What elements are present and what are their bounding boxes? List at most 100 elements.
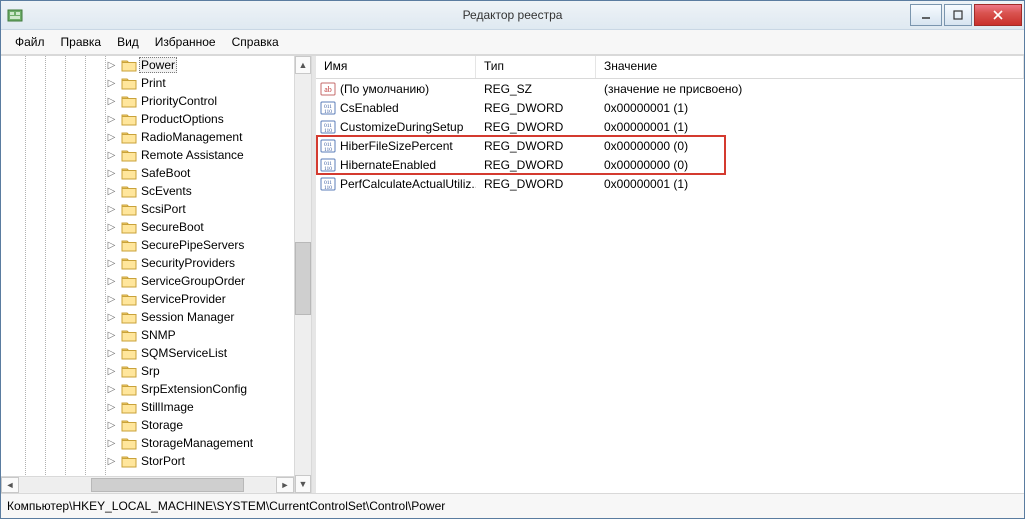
expand-icon[interactable]: ▷ bbox=[106, 330, 117, 341]
tree-item-label: ProductOptions bbox=[139, 112, 226, 126]
expand-icon[interactable]: ▷ bbox=[106, 114, 117, 125]
value-type: REG_DWORD bbox=[476, 101, 596, 115]
expand-icon[interactable]: ▷ bbox=[106, 276, 117, 287]
tree-item[interactable]: ▷SQMServiceList bbox=[106, 344, 277, 362]
expand-icon[interactable]: ▷ bbox=[106, 402, 117, 413]
tree-item-label: SecurityProviders bbox=[139, 256, 237, 270]
expand-icon[interactable]: ▷ bbox=[106, 438, 117, 449]
titlebar[interactable]: Редактор реестра bbox=[1, 1, 1024, 30]
expand-icon[interactable]: ▷ bbox=[106, 384, 117, 395]
tree-item[interactable]: ▷ PriorityControl bbox=[106, 92, 277, 110]
expand-icon[interactable]: ▷ bbox=[106, 258, 117, 269]
svg-text:110: 110 bbox=[324, 166, 332, 172]
tree-item-label: SafeBoot bbox=[139, 166, 192, 180]
expand-icon[interactable]: ▷ bbox=[106, 186, 117, 197]
value-pane: Имя Тип Значение ab(По умолчанию)REG_SZ(… bbox=[316, 56, 1024, 493]
tree-horizontal-scrollbar[interactable]: ◄ ► bbox=[1, 476, 294, 493]
expand-icon[interactable]: ▷ bbox=[106, 294, 117, 305]
column-header-value[interactable]: Значение bbox=[596, 56, 1024, 78]
folder-icon bbox=[121, 58, 137, 72]
value-name: PerfCalculateActualUtiliz... bbox=[340, 177, 476, 191]
tree-item[interactable]: ▷ServiceGroupOrder bbox=[106, 272, 277, 290]
folder-icon bbox=[121, 166, 137, 180]
tree-item-label: RadioManagement bbox=[139, 130, 244, 144]
column-header-name[interactable]: Имя bbox=[316, 56, 476, 78]
tree-vertical-scrollbar[interactable]: ▲ ▼ bbox=[294, 56, 311, 493]
tree-item[interactable]: ▷ScsiPort bbox=[106, 200, 277, 218]
expand-icon[interactable]: ▷ bbox=[106, 150, 117, 161]
menu-edit[interactable]: Правка bbox=[55, 34, 108, 50]
expand-icon[interactable]: ▷ bbox=[106, 78, 117, 89]
binary-value-icon: 011110 bbox=[320, 119, 336, 135]
tree-item[interactable]: ▷ ProductOptions bbox=[106, 110, 277, 128]
expand-icon[interactable]: ▷ bbox=[106, 96, 117, 107]
tree-item[interactable]: ▷Remote Assistance bbox=[106, 146, 277, 164]
tree-list[interactable]: ▷Power▷Print▷PriorityControl▷ProductOpti… bbox=[106, 56, 277, 477]
value-row[interactable]: 011110PerfCalculateActualUtiliz...REG_DW… bbox=[316, 174, 1024, 193]
value-row[interactable]: 011110HibernateEnabledREG_DWORD0x0000000… bbox=[316, 155, 1024, 174]
tree-item[interactable]: ▷StillImage bbox=[106, 398, 277, 416]
expand-icon[interactable]: ▷ bbox=[106, 60, 117, 71]
minimize-button[interactable] bbox=[910, 4, 942, 26]
tree-item-label: Session Manager bbox=[139, 310, 236, 324]
value-row[interactable]: 011110CustomizeDuringSetupREG_DWORD0x000… bbox=[316, 117, 1024, 136]
binary-value-icon: 011110 bbox=[320, 100, 336, 116]
scroll-left-button[interactable]: ◄ bbox=[1, 477, 19, 493]
tree-item[interactable]: ▷ SecurityProviders bbox=[106, 254, 277, 272]
expand-icon[interactable]: ▷ bbox=[106, 366, 117, 377]
expand-icon[interactable]: ▷ bbox=[106, 204, 117, 215]
folder-icon bbox=[121, 400, 137, 414]
folder-icon bbox=[121, 130, 137, 144]
tree-item[interactable]: ▷SecurePipeServers bbox=[106, 236, 277, 254]
menu-view[interactable]: Вид bbox=[111, 34, 145, 50]
folder-icon bbox=[121, 310, 137, 324]
menu-help[interactable]: Справка bbox=[226, 34, 285, 50]
tree-item[interactable]: ▷SNMP bbox=[106, 326, 277, 344]
value-row[interactable]: ab(По умолчанию)REG_SZ(значение не присв… bbox=[316, 79, 1024, 98]
menu-favorites[interactable]: Избранное bbox=[149, 34, 222, 50]
tree-item[interactable]: ▷ RadioManagement bbox=[106, 128, 277, 146]
expand-icon[interactable]: ▷ bbox=[106, 312, 117, 323]
folder-icon bbox=[121, 418, 137, 432]
binary-value-icon: 011110 bbox=[320, 138, 336, 154]
tree-item[interactable]: ▷SecureBoot bbox=[106, 218, 277, 236]
value-row[interactable]: 011110HiberFileSizePercentREG_DWORD0x000… bbox=[316, 136, 1024, 155]
tree-item[interactable]: ▷StorageManagement bbox=[106, 434, 277, 452]
scroll-down-button[interactable]: ▼ bbox=[295, 475, 311, 493]
tree-item[interactable]: ▷SrpExtensionConfig bbox=[106, 380, 277, 398]
expand-icon[interactable]: ▷ bbox=[106, 456, 117, 467]
tree-item[interactable]: ▷Storage bbox=[106, 416, 277, 434]
maximize-button[interactable] bbox=[944, 4, 972, 26]
expand-icon[interactable]: ▷ bbox=[106, 420, 117, 431]
scroll-up-button[interactable]: ▲ bbox=[295, 56, 311, 74]
expand-icon[interactable]: ▷ bbox=[106, 132, 117, 143]
binary-value-icon: 011110 bbox=[320, 176, 336, 192]
scroll-right-button[interactable]: ► bbox=[276, 477, 294, 493]
tree-item[interactable]: ▷ ServiceProvider bbox=[106, 290, 277, 308]
svg-text:110: 110 bbox=[324, 128, 332, 134]
expand-icon[interactable]: ▷ bbox=[106, 168, 117, 179]
tree-item[interactable]: ▷ Session Manager bbox=[106, 308, 277, 326]
tree-item[interactable]: ▷Print bbox=[106, 74, 277, 92]
expand-icon[interactable]: ▷ bbox=[106, 240, 117, 251]
content-area: ▷Power▷Print▷PriorityControl▷ProductOpti… bbox=[1, 55, 1024, 493]
registry-editor-window: Редактор реестра Файл Правка Вид Избранн… bbox=[0, 0, 1025, 519]
tree-item[interactable]: ▷Power bbox=[106, 56, 277, 74]
folder-icon bbox=[121, 454, 137, 468]
close-button[interactable] bbox=[974, 4, 1022, 26]
value-list[interactable]: ab(По умолчанию)REG_SZ(значение не присв… bbox=[316, 79, 1024, 493]
tree-item[interactable]: ▷ SafeBoot bbox=[106, 164, 277, 182]
tree-item[interactable]: ▷ScEvents bbox=[106, 182, 277, 200]
tree-item-label: PriorityControl bbox=[139, 94, 219, 108]
menu-file[interactable]: Файл bbox=[9, 34, 51, 50]
tree-item-label: ServiceProvider bbox=[139, 292, 228, 306]
column-header-type[interactable]: Тип bbox=[476, 56, 596, 78]
tree-item[interactable]: ▷ Srp bbox=[106, 362, 277, 380]
folder-icon bbox=[121, 112, 137, 126]
value-row[interactable]: 011110CsEnabledREG_DWORD0x00000001 (1) bbox=[316, 98, 1024, 117]
expand-icon[interactable]: ▷ bbox=[106, 222, 117, 233]
tree-item-label: Srp bbox=[139, 364, 162, 378]
expand-icon[interactable]: ▷ bbox=[106, 348, 117, 359]
tree-item[interactable]: ▷StorPort bbox=[106, 452, 277, 470]
column-headers: Имя Тип Значение bbox=[316, 56, 1024, 79]
